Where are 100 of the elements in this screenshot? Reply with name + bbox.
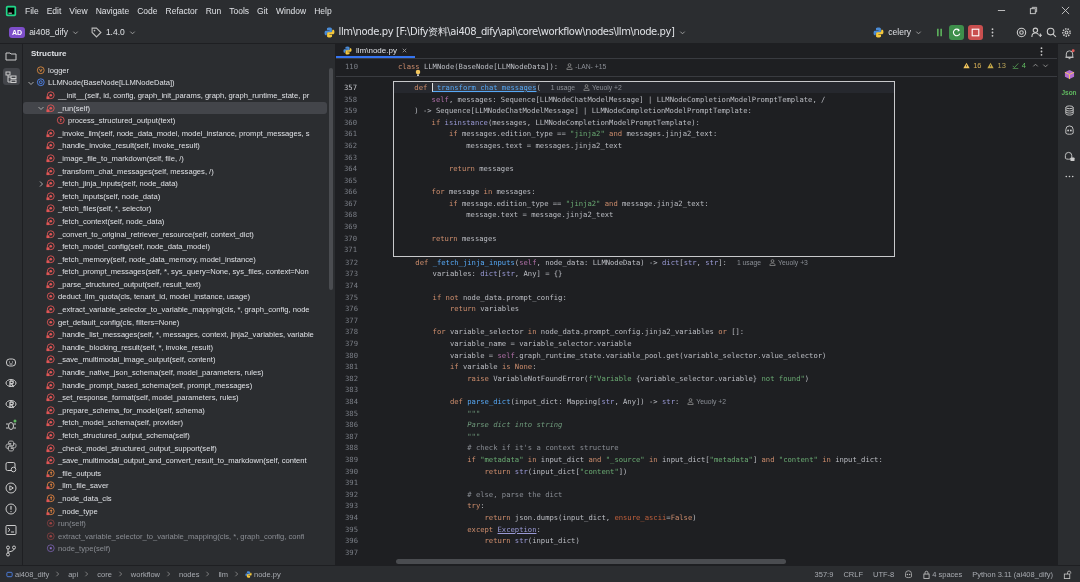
caret-icon[interactable] (678, 28, 686, 36)
private-member-icon (46, 342, 55, 352)
chevron-icon (205, 571, 211, 577)
stop-button[interactable] (968, 24, 983, 40)
private-member-icon (46, 242, 55, 252)
settings-icon[interactable] (1061, 26, 1072, 38)
menu-item[interactable]: File (25, 5, 39, 16)
private-member-icon (46, 229, 55, 239)
database-icon[interactable] (1063, 105, 1075, 116)
member-icon (56, 116, 65, 126)
pause-icon[interactable] (934, 26, 945, 38)
unlock-icon[interactable] (1063, 569, 1072, 579)
member-icon (46, 317, 55, 327)
private-member-icon (46, 506, 55, 516)
private-member-icon (46, 216, 55, 226)
next-icon[interactable] (1042, 62, 1049, 70)
private-member-icon (46, 494, 55, 503)
panel-title: Structure (31, 49, 67, 58)
private-member-icon (46, 330, 55, 340)
close-icon[interactable] (1061, 6, 1070, 15)
caret-icon[interactable] (71, 28, 79, 36)
chevron-icon[interactable] (37, 179, 45, 188)
private-member-icon (46, 418, 55, 428)
run-config-dropdown[interactable]: celery (888, 27, 911, 37)
menu-item[interactable]: View (69, 5, 88, 16)
cube-icon[interactable] (1063, 69, 1075, 80)
member-icon (46, 292, 55, 302)
close-icon[interactable] (400, 46, 408, 54)
assistant-chat-icon[interactable] (1063, 151, 1075, 162)
project-dropdown[interactable]: ai408_dify (29, 27, 68, 37)
menu-item[interactable]: Help (314, 5, 332, 16)
module-icon (6, 570, 13, 578)
branch-dropdown[interactable]: 1.4.0 (105, 27, 125, 37)
private-member-icon (46, 380, 55, 390)
person-icon (687, 398, 695, 405)
chevron-icon (55, 571, 61, 577)
private-member-icon (46, 254, 55, 264)
rerun-button[interactable] (949, 24, 964, 40)
private-member-icon (46, 91, 55, 100)
member-icon (36, 78, 45, 88)
menu-item[interactable]: Code (137, 5, 158, 16)
notifications-icon[interactable] (1063, 49, 1075, 60)
add-user-icon[interactable] (1031, 26, 1042, 38)
restore-icon[interactable] (1029, 6, 1038, 15)
menu-item[interactable]: Window (275, 5, 307, 16)
python-icon (323, 26, 335, 38)
lightbulb-icon[interactable] (415, 69, 421, 78)
scrollbar-thumb[interactable] (329, 68, 333, 290)
menu-item[interactable]: Navigate (95, 5, 130, 16)
private-member-icon (46, 128, 55, 138)
search-icon[interactable] (1046, 26, 1057, 38)
private-member-icon (46, 103, 55, 113)
warning-icon[interactable] (963, 62, 971, 70)
private-member-icon (46, 468, 55, 478)
tag-icon (90, 26, 102, 38)
menu-item[interactable]: Tools (229, 5, 250, 16)
menu-item[interactable]: Edit (46, 5, 62, 16)
private-member-icon (46, 305, 55, 315)
spiral-icon[interactable] (1016, 26, 1027, 38)
private-member-icon (46, 166, 55, 176)
python-icon (873, 26, 885, 38)
private-member-icon (46, 267, 55, 277)
private-member-icon (46, 405, 55, 415)
lock-icon[interactable] (923, 569, 931, 579)
person-icon (566, 63, 574, 71)
person-icon (769, 258, 777, 266)
menu-item[interactable]: Git (257, 5, 268, 16)
warning-icon[interactable] (987, 62, 995, 70)
private-member-icon (46, 279, 55, 289)
private-member-icon (46, 179, 55, 189)
caret-icon[interactable] (915, 28, 922, 36)
chevron-icon (166, 571, 171, 577)
assistant-icon[interactable] (1063, 125, 1075, 136)
person-icon (583, 83, 590, 91)
menu-item[interactable]: Refactor (165, 5, 198, 16)
app-logo-icon[interactable] (5, 4, 17, 17)
private-member-icon (46, 204, 55, 214)
file-title[interactable]: llm\node.py [F:\Dify资料\ai408_dify\api\core\workflow\nodes\llm\node.py] (338, 25, 675, 39)
private-member-icon (46, 456, 55, 466)
private-member-icon (46, 355, 55, 365)
private-member-icon (46, 368, 55, 378)
editor-tab[interactable]: llm\node.py (336, 44, 415, 59)
private-member-icon (46, 481, 55, 491)
check-icon[interactable] (1011, 62, 1019, 70)
private-member-icon (46, 393, 55, 403)
chevron-icon (234, 571, 240, 577)
menu-item[interactable]: Run (205, 5, 222, 16)
chevron-icon (84, 571, 90, 577)
private-member-icon (46, 191, 55, 201)
private-member-icon (46, 431, 55, 440)
python-icon (343, 45, 352, 55)
assistant-icon[interactable] (904, 569, 914, 579)
private-member-icon (46, 153, 55, 163)
caret-icon[interactable] (128, 28, 136, 36)
scrollbar-thumb[interactable] (396, 559, 786, 564)
member-icon (46, 544, 55, 554)
private-member-icon (46, 443, 55, 453)
tab-label[interactable]: llm\node.py (356, 45, 397, 55)
previous-icon[interactable] (1032, 62, 1039, 70)
python-icon (245, 570, 253, 578)
